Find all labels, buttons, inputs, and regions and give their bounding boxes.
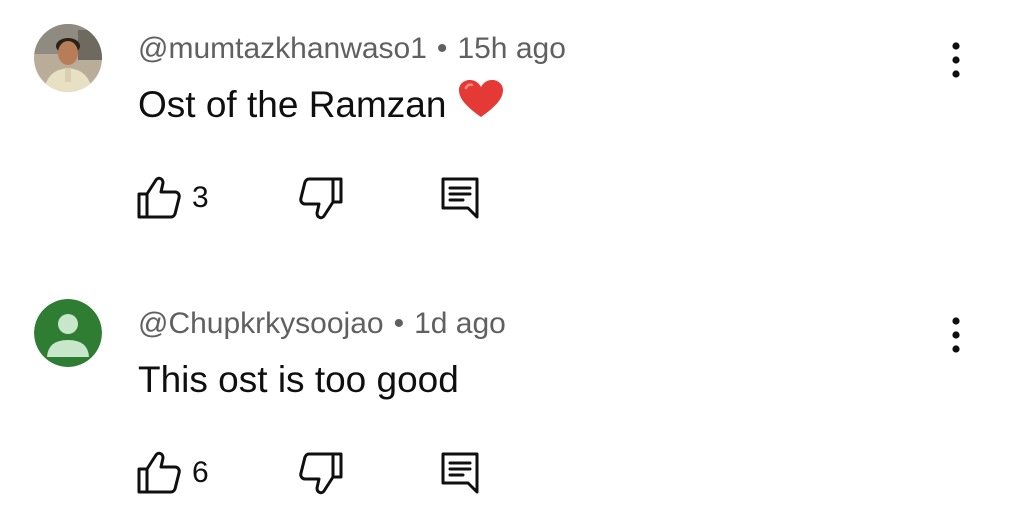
dislike-button[interactable] bbox=[298, 175, 344, 221]
comment-time[interactable]: 15h ago bbox=[457, 32, 565, 65]
dislike-button[interactable] bbox=[298, 450, 344, 496]
reply-comment-icon bbox=[441, 452, 479, 494]
user-photo-avatar-icon bbox=[34, 24, 102, 92]
thumbs-up-icon bbox=[137, 176, 181, 219]
reply-comment-icon bbox=[441, 177, 479, 219]
more-options-button[interactable] bbox=[940, 313, 972, 357]
like-button[interactable]: 3 bbox=[136, 175, 209, 221]
like-button[interactable]: 6 bbox=[136, 450, 209, 496]
comment-item: @mumtazkhanwaso1 • 15h ago Ost of the Ramz… bbox=[0, 0, 1024, 240]
red-heart-emoji-icon bbox=[458, 79, 504, 130]
meta-separator: • bbox=[393, 307, 405, 340]
like-count: 3 bbox=[192, 181, 209, 214]
author-handle[interactable]: @Chupkrkysoojao bbox=[138, 307, 384, 340]
thumbs-down-icon bbox=[299, 452, 343, 495]
reply-button[interactable] bbox=[440, 175, 480, 221]
reply-button[interactable] bbox=[440, 450, 480, 496]
more-vertical-icon bbox=[952, 42, 960, 78]
comment-text-row: Ost of the Ramzan bbox=[138, 79, 504, 130]
avatar[interactable] bbox=[34, 24, 102, 92]
author-handle[interactable]: @mumtazkhanwaso1 bbox=[138, 32, 427, 65]
default-person-avatar-icon bbox=[34, 299, 102, 367]
comment-time[interactable]: 1d ago bbox=[414, 307, 506, 340]
comment-text: This ost is too good bbox=[138, 359, 459, 400]
thumbs-up-icon bbox=[137, 451, 181, 494]
more-vertical-icon bbox=[952, 317, 960, 353]
comment-meta: @mumtazkhanwaso1 • 15h ago bbox=[138, 30, 566, 68]
avatar[interactable] bbox=[34, 299, 102, 367]
comment-item: @Chupkrkysoojao • 1d ago This ost is too g… bbox=[0, 275, 1024, 515]
comment-meta: @Chupkrkysoojao • 1d ago bbox=[138, 305, 506, 343]
comment-text-row: This ost is too good bbox=[138, 357, 459, 403]
like-count: 6 bbox=[192, 456, 209, 489]
thumbs-down-icon bbox=[299, 177, 343, 220]
comment-text: Ost of the Ramzan bbox=[138, 84, 447, 125]
meta-separator: • bbox=[436, 32, 448, 65]
more-options-button[interactable] bbox=[940, 38, 972, 82]
